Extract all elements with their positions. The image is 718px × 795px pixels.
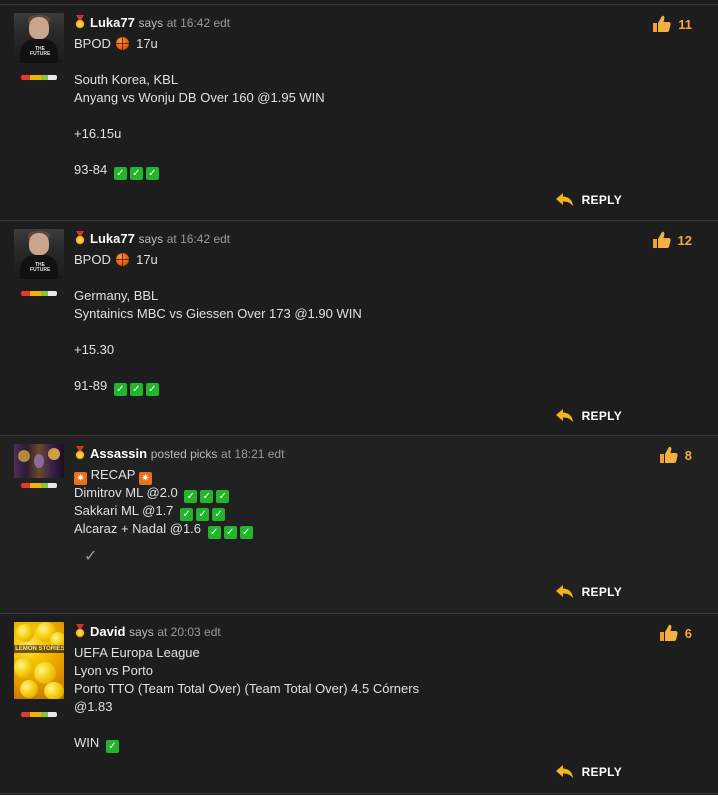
comment-post: LEMON STORIES David says at 20:03 edt 6 … bbox=[0, 613, 718, 794]
comment-header: David says at 20:03 edt bbox=[74, 624, 221, 640]
final-score: 91-89 bbox=[74, 378, 108, 393]
check-icon: ✓ bbox=[105, 740, 119, 753]
post-tag: BPOD bbox=[74, 252, 111, 267]
pick: Porto TTO (Team Total Over) (Team Total … bbox=[74, 681, 420, 696]
reply-arrow-icon bbox=[555, 193, 573, 206]
post-tag: BPOD bbox=[74, 36, 111, 51]
divider bbox=[0, 793, 718, 794]
timestamp[interactable]: at 18:21 edt bbox=[221, 447, 284, 461]
post-action: posted picks bbox=[150, 447, 218, 461]
reply-label: REPLY bbox=[581, 409, 622, 423]
check-icon: ✓ bbox=[145, 167, 159, 180]
recap-title: RECAP bbox=[90, 467, 136, 482]
timestamp[interactable]: at 16:42 edt bbox=[167, 16, 230, 30]
pick: Dimitrov ML @2.0 bbox=[74, 485, 178, 500]
like-button[interactable]: 8 bbox=[659, 446, 692, 464]
reply-button[interactable]: REPLY bbox=[555, 191, 622, 209]
profit: +16.15u bbox=[74, 126, 122, 141]
reply-button[interactable]: REPLY bbox=[555, 763, 622, 781]
post-action: says bbox=[138, 232, 164, 246]
like-button[interactable]: 6 bbox=[659, 624, 692, 642]
reply-label: REPLY bbox=[581, 765, 622, 779]
avatar[interactable]: THE FUTURE bbox=[14, 229, 64, 279]
avatar[interactable]: THE FUTURE bbox=[14, 13, 64, 63]
thumbs-up-icon bbox=[659, 446, 678, 463]
avatar-shirt-text: THE FUTURE bbox=[30, 262, 51, 273]
reply-label: REPLY bbox=[581, 193, 622, 207]
reply-button[interactable]: REPLY bbox=[555, 583, 622, 601]
username[interactable]: Assassin bbox=[90, 446, 147, 461]
comment-header: Assassin posted picks at 18:21 edt bbox=[74, 446, 284, 462]
medal-icon bbox=[75, 15, 85, 29]
comment-body: UEFA Europa League Lyon vs Porto Porto T… bbox=[74, 644, 634, 753]
check-icon: ✓ bbox=[113, 167, 127, 180]
comment-body: BPOD 17u Germany, BBL Syntainics MBC vs … bbox=[74, 251, 634, 396]
comment-post: THE FUTURE Luka77 says at 16:42 edt 11 B… bbox=[0, 4, 718, 220]
avatar[interactable] bbox=[14, 444, 64, 478]
like-count: 12 bbox=[677, 233, 692, 248]
like-count: 6 bbox=[684, 626, 692, 641]
rank-bar bbox=[21, 483, 57, 488]
comment-post: Assassin posted picks at 18:21 edt 8 ✷ R… bbox=[0, 435, 718, 613]
rank-bar bbox=[21, 75, 57, 80]
post-action: says bbox=[129, 625, 154, 639]
league: South Korea, KBL bbox=[74, 72, 179, 87]
medal-icon bbox=[75, 231, 85, 245]
medal-icon bbox=[75, 624, 85, 638]
final-score: 93-84 bbox=[74, 162, 108, 177]
username[interactable]: David bbox=[90, 624, 125, 639]
rank-bar bbox=[21, 712, 57, 717]
comment-body: BPOD 17u South Korea, KBL Anyang vs Wonj… bbox=[74, 35, 634, 180]
reply-arrow-icon bbox=[555, 409, 573, 422]
match: Lyon vs Porto bbox=[74, 663, 154, 678]
reply-label: REPLY bbox=[581, 585, 622, 599]
check-icon: ✓ bbox=[113, 383, 127, 396]
avatar[interactable]: LEMON STORIES bbox=[14, 622, 64, 699]
check-icon: ✓ bbox=[145, 383, 159, 396]
post-action: says bbox=[138, 16, 164, 30]
avatar-shirt-text: THE FUTURE bbox=[30, 46, 51, 57]
pick: Sakkari ML @1.7 bbox=[74, 503, 174, 518]
username[interactable]: Luka77 bbox=[90, 15, 135, 30]
like-count: 8 bbox=[684, 448, 692, 463]
check-icon: ✓ bbox=[129, 383, 143, 396]
odds: @1.83 bbox=[74, 699, 113, 714]
pick: Syntainics MBC vs Giessen Over 173 @1.90… bbox=[74, 306, 362, 321]
timestamp[interactable]: at 16:42 edt bbox=[167, 232, 230, 246]
result: WIN bbox=[74, 735, 100, 750]
check-icon: ✓ bbox=[129, 167, 143, 180]
reply-arrow-icon bbox=[555, 765, 573, 778]
reply-arrow-icon bbox=[555, 585, 573, 598]
medal-icon bbox=[75, 446, 85, 460]
username[interactable]: Luka77 bbox=[90, 231, 135, 246]
profit: +15.30 bbox=[74, 342, 115, 357]
league: Germany, BBL bbox=[74, 288, 159, 303]
check-icon: ✓ bbox=[239, 526, 253, 539]
stake: 17u bbox=[136, 36, 158, 51]
comment-post: THE FUTURE Luka77 says at 16:42 edt 12 B… bbox=[0, 220, 718, 435]
check-icon: ✓ bbox=[223, 526, 237, 539]
comment-header: Luka77 says at 16:42 edt bbox=[74, 15, 230, 31]
like-button[interactable]: 11 bbox=[652, 15, 692, 33]
like-button[interactable]: 12 bbox=[652, 231, 692, 249]
grey-check-icon: ✓ bbox=[84, 548, 98, 565]
league: UEFA Europa League bbox=[74, 645, 200, 660]
basketball-icon bbox=[116, 37, 130, 50]
rank-bar bbox=[21, 291, 57, 296]
thumbs-up-icon bbox=[653, 15, 671, 32]
pick: Anyang vs Wonju DB Over 160 @1.95 WIN bbox=[74, 90, 325, 105]
check-icon: ✓ bbox=[207, 526, 221, 539]
reply-button[interactable]: REPLY bbox=[555, 407, 622, 425]
comment-body: ✷ RECAP ✷ Dimitrov ML @2.0 ✓ ✓ ✓ Sakkari M… bbox=[74, 466, 634, 539]
thumbs-up-icon bbox=[659, 624, 678, 641]
timestamp[interactable]: at 20:03 edt bbox=[157, 625, 220, 639]
stake: 17u bbox=[136, 252, 158, 267]
avatar-caption: LEMON STORIES bbox=[14, 645, 64, 653]
like-count: 11 bbox=[678, 17, 692, 32]
thumbs-up-icon bbox=[652, 231, 671, 248]
pick: Alcaraz + Nadal @1.6 bbox=[74, 521, 202, 536]
basketball-icon bbox=[116, 253, 130, 266]
comment-header: Luka77 says at 16:42 edt bbox=[74, 231, 230, 247]
